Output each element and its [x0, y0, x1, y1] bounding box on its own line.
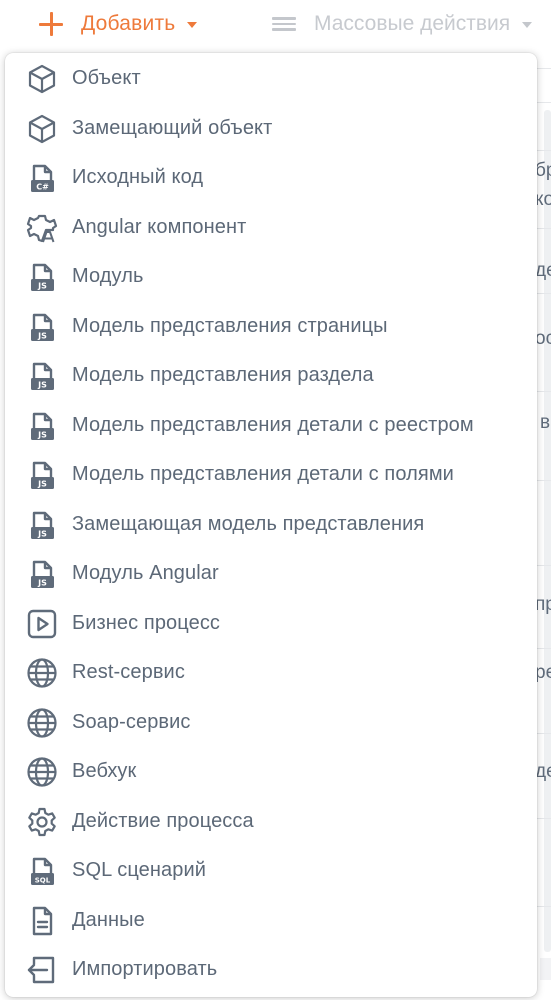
js-file-icon: JS	[26, 509, 58, 541]
menu-item-label: Данные	[72, 908, 145, 931]
menu-item-detail-fields-view-model[interactable]: JS Модель представления детали с полями	[5, 450, 537, 498]
add-button[interactable]: Добавить	[38, 10, 198, 38]
menu-item-import[interactable]: Импортировать	[5, 945, 537, 993]
chevron-down-icon	[522, 22, 533, 28]
row-text-fragment: пр	[535, 594, 551, 615]
js-file-icon: JS	[26, 459, 58, 491]
menu-item-sql-script[interactable]: SQL SQL сценарий	[5, 846, 537, 894]
import-icon	[26, 954, 58, 986]
menu-item-label: Soap-сервис	[72, 710, 191, 733]
svg-text:JS: JS	[37, 529, 47, 538]
menu-item-replacing-view-model[interactable]: JS Замещающая модель представления	[5, 500, 537, 548]
menu-item-label: Замещающий объект	[72, 116, 273, 139]
document-icon	[26, 905, 58, 937]
menu-item-angular-component[interactable]: Angular компонент	[5, 203, 537, 251]
menu-item-section-view-model[interactable]: JS Модель представления раздела	[5, 351, 537, 399]
csharp-file-icon: C#	[26, 162, 58, 194]
menu-item-label: Модель представления детали с реестром	[72, 413, 474, 436]
svg-text:JS: JS	[37, 578, 47, 587]
add-dropdown-menu: Объект Замещающий объект C# Исходный код…	[5, 53, 537, 997]
menu-item-label: Модель представления страницы	[72, 314, 388, 337]
svg-text:JS: JS	[37, 380, 47, 389]
add-button-label: Добавить	[81, 12, 176, 35]
js-file-icon: JS	[26, 410, 58, 442]
menu-item-detail-list-view-model[interactable]: JS Модель представления детали с реестро…	[5, 401, 537, 449]
menu-item-data[interactable]: Данные	[5, 896, 537, 944]
menu-item-process-action[interactable]: Действие процесса	[5, 797, 537, 845]
menu-item-rest-service[interactable]: Rest-сервис	[5, 648, 537, 696]
row-text-fragment: в	[540, 412, 551, 433]
svg-text:JS: JS	[37, 281, 47, 290]
menu-item-label: Модуль	[72, 264, 144, 287]
mass-actions-label: Массовые действия	[314, 12, 511, 35]
toolbar: Добавить Массовые действия	[0, 0, 551, 48]
scrollbar[interactable]	[544, 110, 551, 952]
globe-icon	[26, 657, 58, 689]
menu-item-label: Angular компонент	[72, 215, 247, 238]
svg-text:JS: JS	[37, 331, 47, 340]
menu-item-label: SQL сценарий	[72, 858, 207, 881]
menu-item-replacing-object[interactable]: Замещающий объект	[5, 104, 537, 152]
play-icon	[26, 608, 58, 640]
row-text-fragment: ко	[535, 189, 551, 210]
chevron-down-icon	[187, 22, 198, 28]
angular-component-icon	[26, 212, 58, 244]
menu-item-label: Импортировать	[72, 957, 218, 980]
row-text-fragment: де	[535, 761, 551, 782]
menu-item-label: Объект	[72, 66, 141, 89]
row-text-fragment: бр	[535, 160, 551, 181]
menu-item-label: Модель представления раздела	[72, 363, 374, 386]
menu-item-angular-module[interactable]: JS Модуль Angular	[5, 549, 537, 597]
menu-item-business-process[interactable]: Бизнес процесс	[5, 599, 537, 647]
row-text-fragment: ре	[535, 662, 551, 683]
svg-text:JS: JS	[37, 479, 47, 488]
js-file-icon: JS	[26, 311, 58, 343]
plus-icon	[38, 11, 64, 37]
cube-icon	[26, 113, 58, 145]
svg-text:JS: JS	[37, 430, 47, 439]
menu-item-label: Исходный код	[72, 165, 204, 188]
sql-file-icon: SQL	[26, 855, 58, 887]
menu-item-label: Вебхук	[72, 759, 137, 782]
menu-item-object[interactable]: Объект	[5, 54, 537, 102]
svg-text:C#: C#	[36, 182, 49, 191]
gear-icon	[26, 806, 58, 838]
mass-actions-button[interactable]: Массовые действия	[272, 10, 533, 38]
js-file-icon: JS	[26, 261, 58, 293]
js-file-icon: JS	[26, 360, 58, 392]
menu-item-label: Бизнес процесс	[72, 611, 221, 634]
svg-text:SQL: SQL	[35, 876, 51, 884]
globe-icon	[26, 756, 58, 788]
menu-item-page-view-model[interactable]: JS Модель представления страницы	[5, 302, 537, 350]
menu-lines-icon	[272, 17, 296, 31]
menu-item-module[interactable]: JS Модуль	[5, 252, 537, 300]
menu-item-source-code[interactable]: C# Исходный код	[5, 153, 537, 201]
cube-icon	[26, 63, 58, 95]
menu-item-label: Модель представления детали с полями	[72, 462, 454, 485]
menu-item-label: Замещающая модель представления	[72, 512, 425, 535]
row-text-fragment: ос	[535, 328, 551, 349]
menu-item-label: Действие процесса	[72, 809, 254, 832]
scrollbar-end	[540, 958, 551, 980]
menu-item-label: Rest-сервис	[72, 660, 185, 683]
menu-item-label: Модуль Angular	[72, 561, 219, 584]
js-file-icon: JS	[26, 558, 58, 590]
globe-icon	[26, 707, 58, 739]
menu-item-webhook[interactable]: Вебхук	[5, 747, 537, 795]
row-text-fragment: де	[535, 260, 551, 281]
menu-item-soap-service[interactable]: Soap-сервис	[5, 698, 537, 746]
